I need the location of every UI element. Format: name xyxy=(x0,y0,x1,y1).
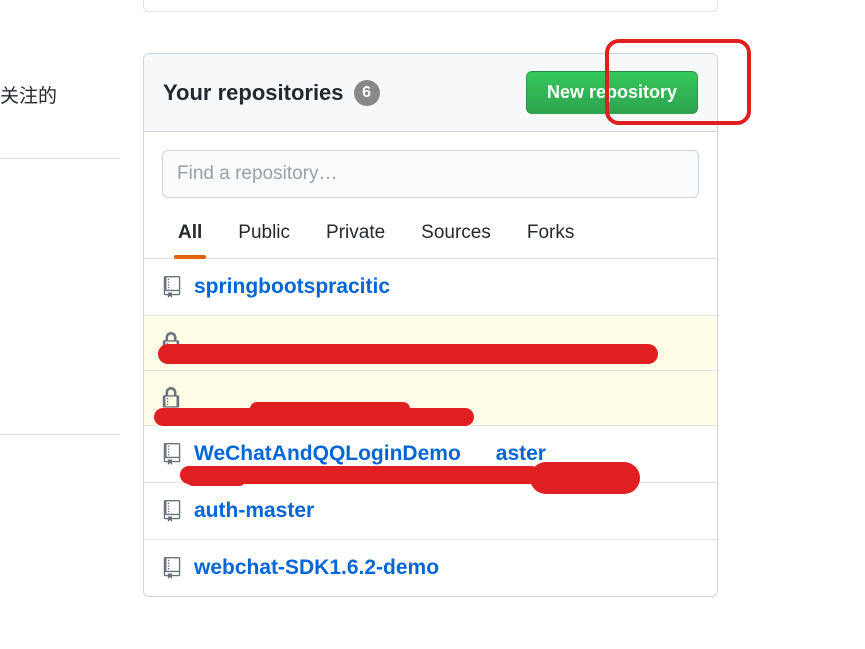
annotation-redaction xyxy=(530,462,640,494)
repo-icon xyxy=(162,500,182,522)
lock-icon xyxy=(162,387,180,409)
tab-sources[interactable]: Sources xyxy=(417,216,495,258)
repo-icon xyxy=(162,443,182,465)
search-wrap xyxy=(144,132,717,198)
repo-link[interactable]: auth-master xyxy=(194,499,314,523)
prev-card-bottom xyxy=(143,0,718,12)
repo-link-part: aster xyxy=(496,442,546,465)
repo-item: webchat-SDK1.6.2-demo xyxy=(144,540,717,596)
repo-icon xyxy=(162,557,182,579)
annotation-redaction xyxy=(200,350,420,364)
filter-tabs: All Public Private Sources Forks xyxy=(144,198,717,259)
annotation-redaction xyxy=(186,472,246,486)
repo-link[interactable]: WeChatAndQQLoginDemo aster xyxy=(194,442,546,466)
tab-all[interactable]: All xyxy=(174,216,206,258)
your-repositories-card: Your repositories 6 New repository All P… xyxy=(143,53,718,597)
repo-link[interactable]: springbootspracitic xyxy=(194,275,390,299)
header-left: Your repositories 6 xyxy=(163,80,380,106)
tab-private[interactable]: Private xyxy=(322,216,389,258)
repo-icon xyxy=(162,276,182,298)
sidebar-divider xyxy=(0,434,120,435)
sidebar-divider xyxy=(0,158,120,159)
card-header: Your repositories 6 New repository xyxy=(144,54,717,132)
repo-item: springbootspracitic xyxy=(144,259,717,316)
repo-link[interactable]: webchat-SDK1.6.2-demo xyxy=(194,556,439,580)
new-repository-button[interactable]: New repository xyxy=(526,71,698,114)
tab-public[interactable]: Public xyxy=(234,216,294,258)
sidebar-text-fragment: 关注的 xyxy=(0,75,57,114)
repo-link-part: WeChatAndQQLoginDemo xyxy=(194,442,461,465)
repo-count-badge: 6 xyxy=(354,80,380,106)
tab-forks[interactable]: Forks xyxy=(523,216,579,258)
find-repository-input[interactable] xyxy=(162,150,699,198)
your-repositories-title: Your repositories xyxy=(163,80,344,106)
annotation-redaction xyxy=(250,402,410,416)
repo-list: springbootspracitic WeChatAndQQLoginDemo… xyxy=(144,259,717,596)
